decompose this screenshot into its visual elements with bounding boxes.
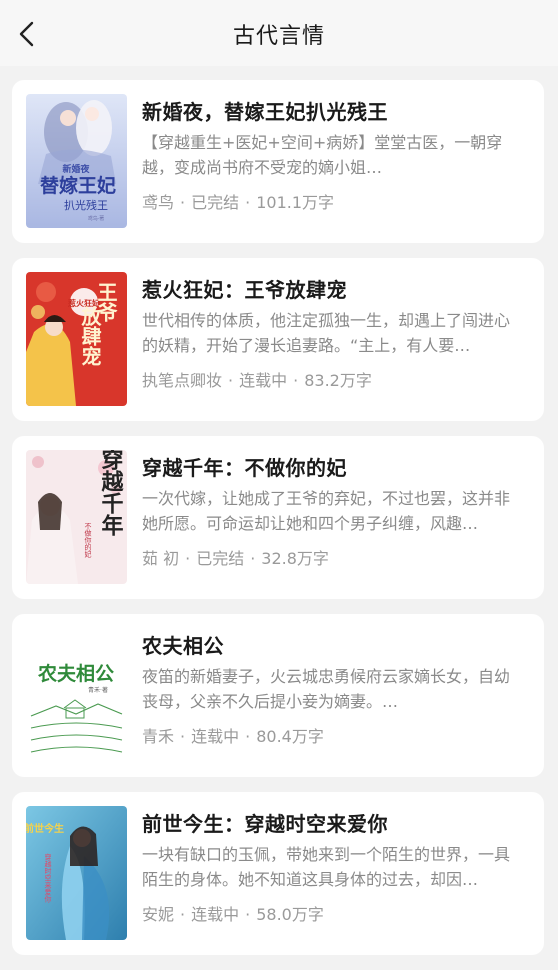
book-word-count: 80.4万字 — [256, 727, 324, 746]
book-title: 农夫相公 — [142, 634, 224, 658]
book-author: 鸢鸟 — [142, 193, 175, 212]
book-title: 穿越千年：不做你的妃 — [142, 456, 347, 480]
book-title: 新婚夜，替嫁王妃扒光残王 — [142, 100, 388, 124]
cover-line: 替嫁王妃 — [40, 174, 116, 197]
cover-subtitle: 青禾·著 — [88, 686, 108, 694]
book-cover: 惹火狂妃 王爷 放肆宠 — [26, 272, 127, 406]
cover-line: 前世今生 — [26, 822, 64, 835]
book-card[interactable]: 惹火狂妃 王爷 放肆宠 惹火狂妃：王爷放肆宠 世代相传的体质，他注定孤独一生，却… — [12, 258, 544, 421]
book-cover: 新婚夜 替嫁王妃 扒光残王 鸢鸟·著 — [26, 94, 127, 228]
book-meta: 安妮 · 连载中 · 58.0万字 — [142, 905, 324, 924]
book-title: 惹火狂妃：王爷放肆宠 — [142, 278, 347, 302]
book-meta: 执笔点卿妆 · 连载中 · 83.2万字 — [142, 371, 372, 390]
book-description: 夜笛的新婚妻子，火云城忠勇候府云家嫡长女，自幼丧母，父亲不久后提小妾为嫡妻。… — [142, 667, 511, 711]
book-description: 一次代嫁，让她成了王爷的弃妃，不过也罢，这并非她所愿。可命运却让她和四个男子纠缠… — [142, 489, 511, 533]
cover-author: 鸢鸟·著 — [88, 215, 105, 222]
book-meta: 青禾 · 连载中 · 80.4万字 — [142, 727, 324, 746]
book-word-count: 101.1万字 — [256, 193, 335, 212]
book-status: 连载中 — [239, 371, 288, 390]
book-description: 一块有缺口的玉佩，带她来到一个陌生的世界，一具陌生的身体。她不知道这具身体的过去… — [142, 845, 511, 889]
book-card[interactable]: 穿越千年 不做你的妃 穿越千年：不做你的妃 一次代嫁，让她成了王爷的弃妃，不过也… — [12, 436, 544, 599]
book-card[interactable]: 前世今生 穿越时空来爱你 前世今生：穿越时空来爱你 一块有缺口的玉佩，带她来到一… — [12, 792, 544, 955]
book-meta: 鸢鸟 · 已完结 · 101.1万字 — [142, 193, 335, 212]
book-cover: 前世今生 穿越时空来爱你 — [26, 806, 127, 940]
book-cover: 农夫相公 青禾·著 — [26, 628, 127, 762]
book-description: 【穿越重生+医妃+空间+病娇】堂堂古医，一朝穿越，变成尚书府不受宠的嫡小姐… — [142, 133, 503, 177]
book-author: 安妮 — [142, 905, 175, 924]
page-title: 古代言情 — [232, 24, 325, 49]
book-status: 连载中 — [191, 905, 240, 924]
book-word-count: 58.0万字 — [256, 905, 324, 924]
book-word-count: 83.2万字 — [304, 371, 372, 390]
book-list: 新婚夜 替嫁王妃 扒光残王 鸢鸟·著 新婚夜，替嫁王妃扒光残王 【穿越重生+医妃… — [12, 80, 544, 970]
book-status: 连载中 — [191, 727, 240, 746]
book-description: 世代相传的体质，他注定孤独一生，却遇上了闯进心的妖精，开始了漫长追妻路。“主上，… — [142, 311, 511, 355]
book-author: 执笔点卿妆 — [142, 371, 223, 390]
cover-subtitle: 穿越时空来爱你 — [44, 853, 52, 903]
cover-line: 新婚夜 — [62, 163, 90, 175]
cover-line: 农夫相公 — [37, 662, 114, 685]
cover-subtitle: 不做你的妃 — [84, 523, 92, 559]
book-card[interactable]: 农夫相公 青禾·著 农夫相公 夜笛的新婚妻子，火云城忠勇候府云家嫡长女，自幼丧母… — [12, 614, 544, 777]
cover-line: 穿越千年 — [98, 450, 125, 536]
cover-line: 扒光残王 — [64, 198, 108, 212]
book-meta: 茹 初 · 已完结 · 32.8万字 — [142, 549, 329, 568]
book-card[interactable]: 新婚夜 替嫁王妃 扒光残王 鸢鸟·著 新婚夜，替嫁王妃扒光残王 【穿越重生+医妃… — [12, 80, 544, 243]
book-author: 青禾 — [142, 727, 175, 746]
top-bar: 古代言情 — [0, 0, 558, 66]
book-cover: 穿越千年 不做你的妃 — [26, 450, 127, 584]
book-word-count: 32.8万字 — [261, 549, 329, 568]
book-author: 茹 初 — [142, 549, 180, 568]
book-title: 前世今生：穿越时空来爱你 — [142, 812, 388, 836]
cover-line: 放肆宠 — [78, 305, 102, 366]
book-status: 已完结 — [196, 549, 245, 568]
book-status: 已完结 — [191, 193, 240, 212]
